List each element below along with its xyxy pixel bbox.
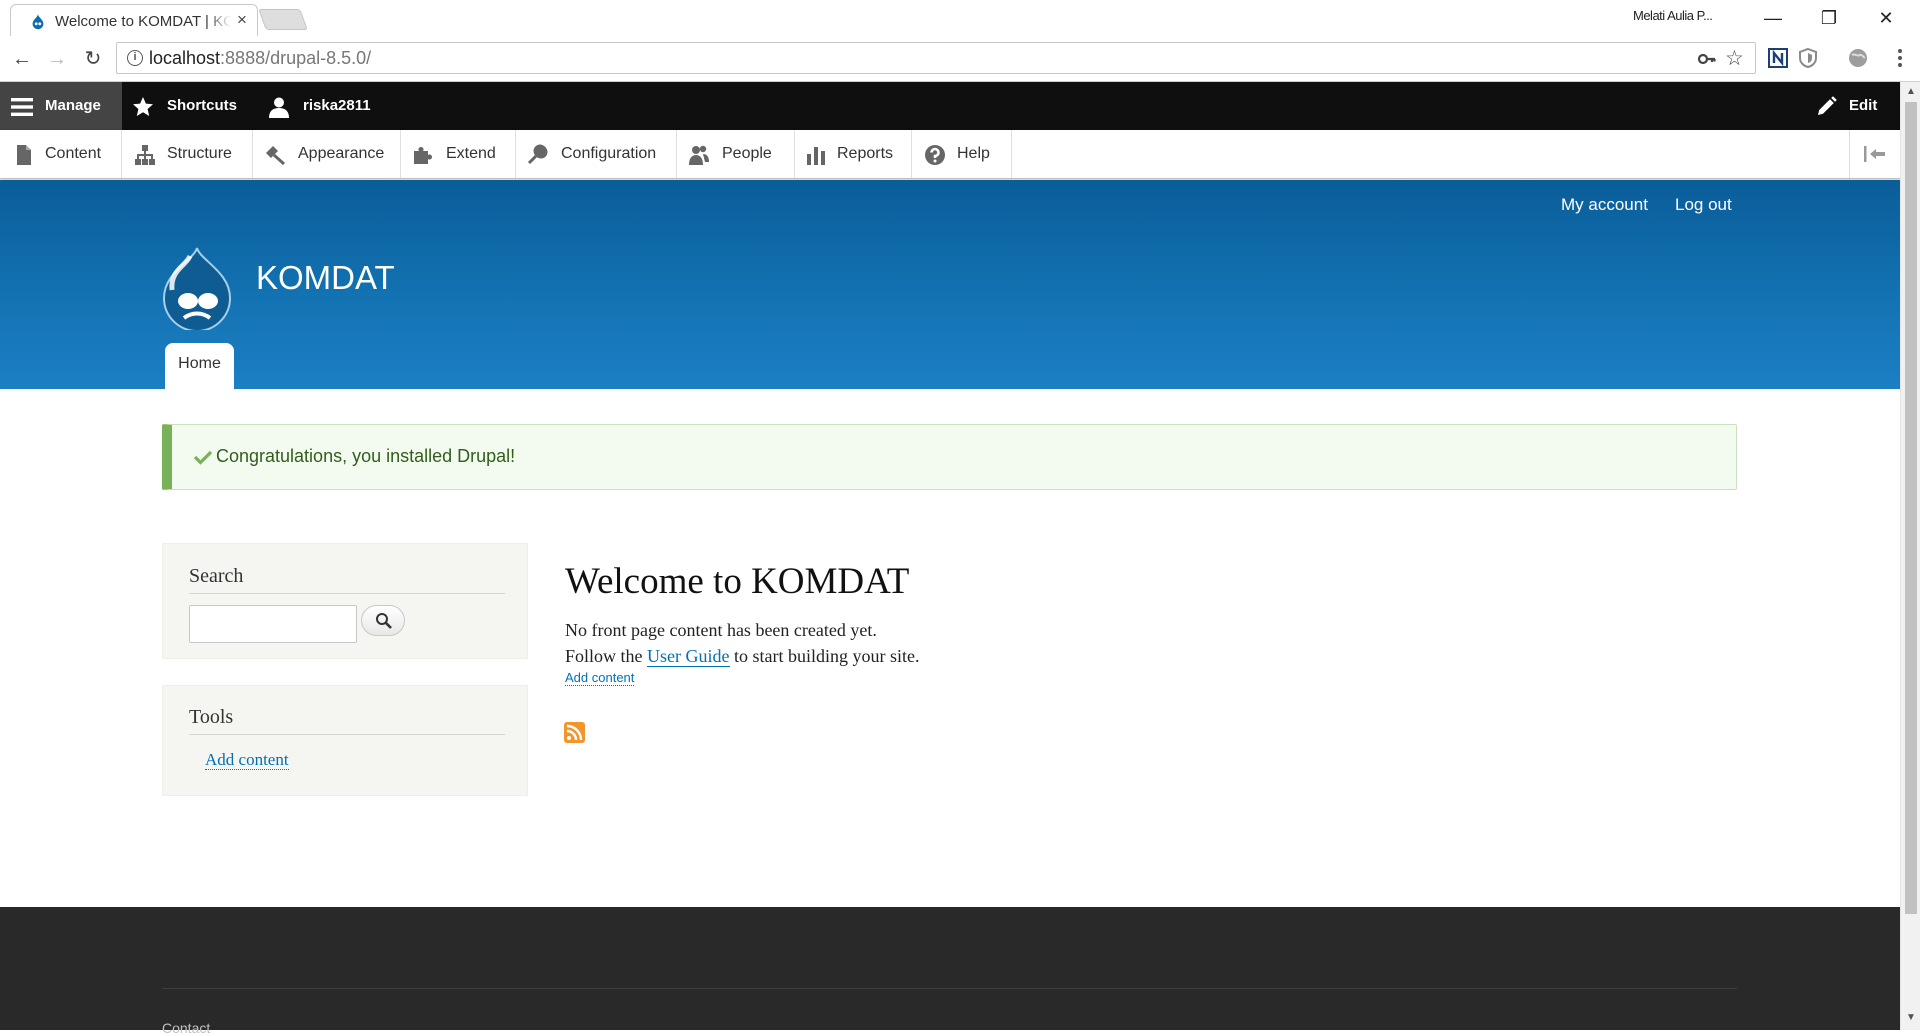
bar-chart-icon bbox=[807, 147, 825, 165]
status-message-text: Congratulations, you installed Drupal! bbox=[216, 446, 516, 466]
puzzle-icon bbox=[414, 147, 432, 164]
tray-item-configuration[interactable]: Configuration bbox=[516, 130, 677, 178]
wrench-icon bbox=[527, 144, 548, 165]
tray-label-people: People bbox=[722, 145, 772, 162]
shortcuts-label: Shortcuts bbox=[167, 97, 238, 114]
user-guide-text-before: Follow the bbox=[565, 646, 648, 666]
site-header: My account Log out KOMDAT Home bbox=[0, 180, 1900, 389]
tray-label-structure: Structure bbox=[167, 145, 232, 162]
status-message: Congratulations, you installed Drupal! bbox=[162, 424, 1737, 490]
profile-name[interactable]: Melati Aulia P... bbox=[1633, 8, 1713, 23]
tray-label-appearance: Appearance bbox=[298, 145, 385, 162]
tray-item-appearance[interactable]: Appearance bbox=[253, 130, 401, 178]
people-icon bbox=[689, 145, 709, 165]
tab-close-icon[interactable]: × bbox=[237, 10, 247, 30]
search-input[interactable] bbox=[189, 605, 357, 643]
file-icon bbox=[17, 145, 31, 165]
key-icon[interactable] bbox=[1697, 49, 1717, 69]
bookmark-star-icon[interactable]: ☆ bbox=[1725, 46, 1744, 71]
pencil-icon bbox=[1818, 96, 1837, 115]
tray-item-help[interactable]: Help bbox=[912, 130, 1012, 178]
page-title: Welcome to KOMDAT bbox=[565, 561, 910, 602]
tools-block: Tools Add content bbox=[162, 685, 528, 796]
admin-tray: Content Structure Appearance Extend Conf… bbox=[0, 130, 1900, 179]
rss-feed-icon[interactable] bbox=[564, 722, 585, 743]
page-scrollbar[interactable]: ▲ ▼ bbox=[1900, 82, 1920, 1030]
add-content-link[interactable]: Add content bbox=[565, 671, 635, 686]
log-out-link[interactable]: Log out bbox=[1675, 195, 1732, 215]
sitemap-icon bbox=[135, 145, 155, 165]
manage-label: Manage bbox=[45, 97, 101, 114]
tray-label-reports: Reports bbox=[837, 145, 894, 162]
help-icon bbox=[925, 145, 945, 165]
url-path: :8888/drupal-8.5.0/ bbox=[220, 48, 372, 68]
search-button[interactable] bbox=[361, 605, 405, 636]
drupal-favicon-icon bbox=[32, 13, 44, 30]
extension-shield-icon[interactable] bbox=[1796, 46, 1820, 70]
tray-item-content[interactable]: Content bbox=[0, 130, 122, 178]
divider bbox=[189, 734, 505, 735]
username-label: riska2811 bbox=[303, 97, 371, 114]
search-block: Search bbox=[162, 543, 528, 659]
browser-toolbar: ← → ↻ i localhost:8888/drupal-8.5.0/ ☆ bbox=[0, 36, 1920, 82]
browser-tab[interactable]: Welcome to KOMDAT | KOMDAT × bbox=[10, 4, 258, 36]
site-info-icon[interactable]: i bbox=[127, 50, 143, 66]
scroll-down-arrow-icon[interactable]: ▼ bbox=[1906, 1012, 1916, 1023]
reload-button[interactable]: ↻ bbox=[80, 46, 106, 72]
forward-button[interactable]: → bbox=[44, 46, 70, 72]
back-button[interactable]: ← bbox=[9, 46, 35, 72]
tray-label-help: Help bbox=[957, 145, 990, 162]
toolbar-user[interactable]: riska2811 bbox=[258, 82, 388, 130]
edit-label: Edit bbox=[1849, 97, 1878, 114]
toolbar-manage[interactable]: Manage bbox=[0, 82, 122, 130]
site-footer: Contact bbox=[0, 907, 1900, 1036]
minimize-button[interactable]: — bbox=[1755, 4, 1791, 32]
tray-item-people[interactable]: People bbox=[677, 130, 795, 178]
star-icon bbox=[133, 97, 153, 116]
collapse-arrow-icon bbox=[1864, 146, 1885, 162]
user-guide-text: Follow the User Guide to start building … bbox=[565, 646, 919, 667]
paint-icon bbox=[266, 146, 286, 166]
divider bbox=[189, 593, 505, 594]
close-window-button[interactable]: ✕ bbox=[1868, 4, 1904, 32]
search-icon bbox=[376, 613, 392, 629]
extension-globe-icon[interactable] bbox=[1846, 46, 1870, 70]
no-content-text: No front page content has been created y… bbox=[565, 620, 877, 640]
tray-item-structure[interactable]: Structure bbox=[122, 130, 253, 178]
scrollbar-thumb[interactable] bbox=[1905, 102, 1917, 914]
site-name[interactable]: KOMDAT bbox=[256, 259, 395, 297]
user-guide-text-after: to start building your site. bbox=[729, 646, 920, 666]
tab-title: Welcome to KOMDAT | KOMDAT bbox=[55, 13, 231, 30]
my-account-link[interactable]: My account bbox=[1561, 195, 1648, 215]
footer-divider bbox=[162, 988, 1737, 989]
user-guide-link[interactable]: User Guide bbox=[647, 646, 730, 667]
scroll-up-arrow-icon[interactable]: ▲ bbox=[1906, 86, 1916, 97]
restore-button[interactable]: ❐ bbox=[1811, 4, 1847, 32]
tray-orientation-toggle[interactable] bbox=[1849, 130, 1900, 178]
tray-label-extend: Extend bbox=[446, 145, 496, 162]
extension-n-icon[interactable] bbox=[1766, 46, 1790, 70]
address-bar[interactable]: i localhost:8888/drupal-8.5.0/ ☆ bbox=[116, 42, 1756, 74]
drupal-logo-icon[interactable] bbox=[160, 246, 234, 330]
hamburger-icon bbox=[11, 98, 33, 116]
tray-label-content: Content bbox=[45, 145, 102, 162]
tools-add-content-link[interactable]: Add content bbox=[205, 751, 289, 770]
url-host: localhost bbox=[149, 48, 221, 68]
url-text: localhost:8888/drupal-8.5.0/ bbox=[149, 48, 371, 69]
footer-contact-link[interactable]: Contact bbox=[162, 1020, 210, 1036]
tray-item-extend[interactable]: Extend bbox=[401, 130, 516, 178]
tray-label-configuration: Configuration bbox=[561, 145, 657, 162]
new-tab-button[interactable] bbox=[258, 9, 308, 30]
browser-menu-icon[interactable] bbox=[1888, 46, 1912, 70]
toolbar-shortcuts[interactable]: Shortcuts bbox=[122, 82, 252, 130]
toolbar-edit[interactable]: Edit bbox=[1800, 82, 1890, 130]
user-icon bbox=[269, 97, 289, 118]
admin-toolbar: Manage Shortcuts riska2811 Edit bbox=[0, 82, 1900, 130]
tools-block-title: Tools bbox=[189, 706, 234, 728]
search-block-title: Search bbox=[189, 565, 244, 587]
checkmark-icon bbox=[194, 450, 212, 465]
main-nav-home[interactable]: Home bbox=[165, 343, 234, 389]
browser-tab-strip: Welcome to KOMDAT | KOMDAT × Melati Auli… bbox=[0, 0, 1920, 36]
tray-item-reports[interactable]: Reports bbox=[795, 130, 912, 178]
